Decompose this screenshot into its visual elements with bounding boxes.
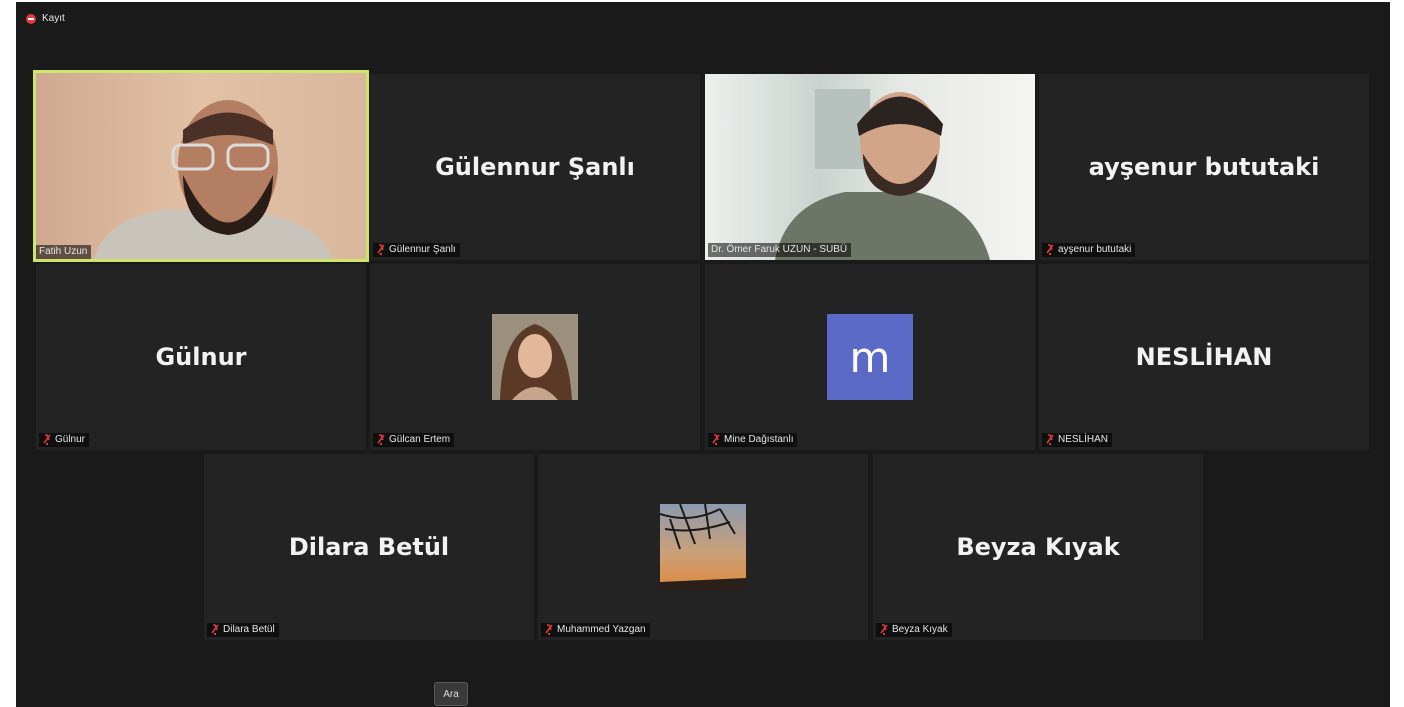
muted-mic-icon <box>377 244 385 255</box>
profile-photo <box>492 314 578 400</box>
muted-mic-icon <box>545 624 553 635</box>
participant-tile-muhammed-yazgan[interactable]: Muhammed Yazgan <box>538 454 868 640</box>
participant-display-name: Gülnur <box>155 343 247 371</box>
muted-mic-icon <box>1046 434 1054 445</box>
recording-label: Kayıt <box>42 13 65 24</box>
participant-tile-gulennur-sanli[interactable]: Gülennur Şanlı Gülennur Şanlı <box>370 74 700 260</box>
muted-mic-icon <box>1046 244 1054 255</box>
recording-icon <box>26 13 36 24</box>
participant-tile-mine-dagistanli[interactable]: m Mine Dağıstanlı <box>705 264 1035 450</box>
participant-name-label: Dr. Ömer Faruk UZUN - SUBÜ <box>708 243 852 257</box>
muted-mic-icon <box>211 624 219 635</box>
participant-name-label: Muhammed Yazgan <box>541 623 650 637</box>
participant-name-label: Mine Dağıstanlı <box>708 433 798 447</box>
participant-tile-gulcan-ertem[interactable]: Gülcan Ertem <box>370 264 700 450</box>
participant-name-label: Gülennur Şanlı <box>373 243 460 257</box>
participant-name-label: Gülcan Ertem <box>373 433 455 447</box>
participant-tile-omer-faruk-uzun[interactable]: Dr. Ömer Faruk UZUN - SUBÜ <box>705 74 1035 260</box>
participant-display-name: NESLİHAN <box>1135 343 1273 371</box>
participant-tile-neslihan[interactable]: NESLİHAN NESLİHAN <box>1039 264 1369 450</box>
recording-indicator[interactable]: Kayıt <box>26 13 65 24</box>
participant-video <box>33 70 369 262</box>
participant-tile-dilara-betul[interactable]: Dilara Betül Dilara Betül <box>204 454 534 640</box>
muted-mic-icon <box>712 434 720 445</box>
muted-mic-icon <box>377 434 385 445</box>
participant-tile-gulnur[interactable]: Gülnur Gülnur <box>36 264 366 450</box>
participant-tile-aysenur-bututaki[interactable]: ayşenur bututaki ayşenur bututaki <box>1039 74 1369 260</box>
muted-mic-icon <box>43 434 51 445</box>
participant-display-name: Dilara Betül <box>288 533 450 561</box>
participant-name-label: ayşenur bututaki <box>1042 243 1136 257</box>
participant-tile-fatih-uzun[interactable]: Fatih Uzun <box>33 70 369 262</box>
muted-mic-icon <box>880 624 888 635</box>
participant-tile-beyza-kiyak[interactable]: Beyza Kıyak Beyza Kıyak <box>873 454 1203 640</box>
meeting-gallery-view: Kayıt Fatih Uzun Gülennur Şanlı Gülennur… <box>16 2 1390 707</box>
participant-display-name: Gülennur Şanlı <box>435 153 635 181</box>
participant-video <box>705 74 1035 260</box>
participant-name-label: Beyza Kıyak <box>876 623 952 637</box>
participant-name-label: Fatih Uzun <box>36 245 92 259</box>
participant-name-label: Dilara Betül <box>207 623 279 637</box>
search-button[interactable]: Ara <box>434 682 468 706</box>
participant-name-label: NESLİHAN <box>1042 433 1113 447</box>
participant-name-label: Gülnur <box>39 433 90 447</box>
participant-display-name: ayşenur bututaki <box>1088 153 1320 181</box>
participant-display-name: Beyza Kıyak <box>956 533 1120 561</box>
profile-photo <box>660 504 746 590</box>
avatar-letter: m <box>827 314 913 400</box>
